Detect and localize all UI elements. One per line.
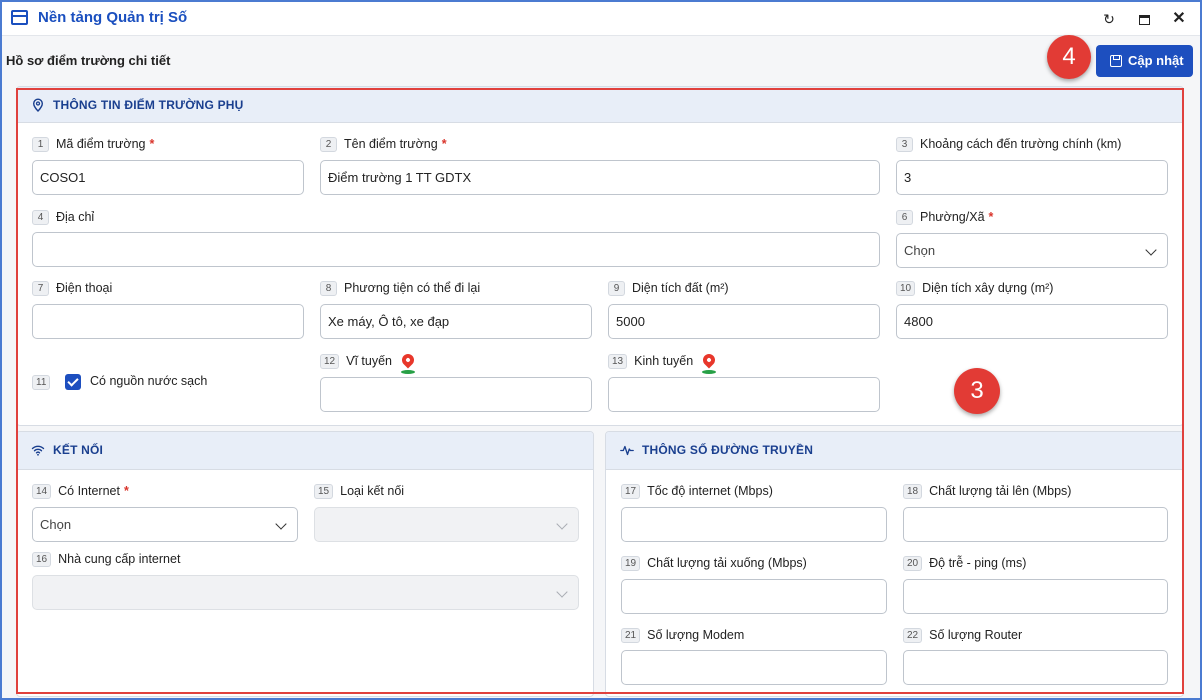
location-pin-icon — [32, 98, 44, 112]
update-button-label: Cập nhật — [1128, 53, 1184, 68]
connection-header: KẾT NỐI — [17, 432, 593, 470]
step-marker-4: 4 — [1047, 35, 1091, 79]
land-area-input[interactable]: 5000 — [608, 304, 880, 339]
field-num-clean-water: 11 — [32, 375, 57, 390]
school-code-input[interactable]: COSO1 — [32, 160, 304, 195]
upload-quality-input[interactable] — [903, 507, 1168, 542]
app-title: Nền tảng Quản trị Số — [38, 9, 188, 26]
field-label-land-area: 9 Diện tích đất (m²) — [608, 281, 729, 296]
field-label-longitude: 13 Kinh tuyến — [608, 351, 729, 374]
field-label-has-internet: 14 Có Internet * — [32, 484, 129, 499]
field-label-connection-type: 15 Loại kết nối — [314, 484, 404, 499]
field-label-school-name: 2 Tên điểm trường * — [320, 137, 447, 152]
field-label-building-area: 10 Diện tích xây dựng (m²) — [896, 281, 1053, 296]
close-icon[interactable]: ✕ — [1168, 8, 1190, 30]
app-window: Nền tảng Quản trị Số ↻ ✕ Hồ sơ điểm trườ… — [0, 0, 1202, 700]
chevron-down-icon — [1145, 244, 1157, 256]
transmission-header: THÔNG SỐ ĐƯỜNG TRUYỀN — [606, 432, 1183, 470]
building-area-input[interactable]: 4800 — [896, 304, 1168, 339]
window-app-icon — [11, 10, 28, 25]
sub-school-info-title: THÔNG TIN ĐIỂM TRƯỜNG PHỤ — [53, 98, 244, 112]
has-internet-select[interactable]: Chọn — [32, 507, 298, 542]
phone-input[interactable] — [32, 304, 304, 339]
maximize-icon[interactable] — [1133, 8, 1155, 30]
distance-input[interactable]: 3 — [896, 160, 1168, 195]
chevron-down-icon — [556, 586, 568, 598]
isp-select[interactable] — [32, 575, 579, 610]
field-label-internet-speed: 17 Tốc độ internet (Mbps) — [621, 484, 773, 499]
step-marker-3: 3 — [954, 368, 1000, 414]
refresh-icon[interactable]: ↻ — [1098, 8, 1120, 30]
sub-school-info-header: THÔNG TIN ĐIỂM TRƯỜNG PHỤ — [17, 87, 1183, 123]
transmission-title: THÔNG SỐ ĐƯỜNG TRUYỀN — [642, 443, 814, 457]
ping-input[interactable] — [903, 579, 1168, 614]
title-bar: Nền tảng Quản trị Số ↻ ✕ — [2, 2, 1200, 36]
field-label-phone: 7 Điện thoại — [32, 281, 112, 296]
field-label-router-count: 22 Số lượng Router — [903, 628, 1022, 643]
save-icon — [1110, 55, 1122, 67]
field-label-ping: 20 Độ trễ - ping (ms) — [903, 556, 1026, 571]
address-input[interactable] — [32, 232, 880, 267]
router-count-input[interactable] — [903, 650, 1168, 685]
update-button[interactable]: Cập nhật — [1096, 45, 1193, 77]
connection-type-select[interactable] — [314, 507, 579, 542]
transport-input[interactable]: Xe máy, Ô tô, xe đạp — [320, 304, 592, 339]
field-label-latitude: 12 Vĩ tuyến — [320, 351, 428, 374]
school-name-input[interactable]: Điểm trường 1 TT GDTX — [320, 160, 880, 195]
activity-icon — [620, 445, 634, 456]
field-label-distance: 3 Khoảng cách đến trường chính (km) — [896, 137, 1121, 152]
download-quality-input[interactable] — [621, 579, 887, 614]
map-pin-icon[interactable] — [700, 351, 718, 369]
internet-speed-input[interactable] — [621, 507, 887, 542]
clean-water-checkbox[interactable] — [65, 374, 81, 390]
modem-count-input[interactable] — [621, 650, 887, 685]
field-label-upload-quality: 18 Chất lượng tải lên (Mbps) — [903, 484, 1071, 499]
page-header: Hồ sơ điểm trường chi tiết — [2, 37, 1200, 83]
clean-water-label: Có nguồn nước sạch — [90, 374, 208, 388]
longitude-input[interactable] — [608, 377, 880, 412]
ward-select[interactable]: Chọn — [896, 233, 1168, 268]
field-label-isp: 16 Nhà cung cấp internet — [32, 552, 180, 567]
page-title: Hồ sơ điểm trường chi tiết — [6, 53, 171, 68]
connection-title: KẾT NỐI — [53, 443, 104, 457]
field-label-transport: 8 Phương tiện có thể đi lại — [320, 281, 480, 296]
field-label-school-code: 1 Mã điểm trường * — [32, 137, 154, 152]
chevron-down-icon — [556, 518, 568, 530]
field-label-address: 4 Địa chỉ — [32, 210, 94, 225]
field-label-download-quality: 19 Chất lượng tải xuống (Mbps) — [621, 556, 807, 571]
field-label-modem-count: 21 Số lượng Modem — [621, 628, 744, 643]
wifi-icon — [31, 445, 45, 456]
field-label-ward: 6 Phường/Xã * — [896, 210, 993, 225]
chevron-down-icon — [275, 518, 287, 530]
map-pin-icon[interactable] — [399, 351, 417, 369]
latitude-input[interactable] — [320, 377, 592, 412]
